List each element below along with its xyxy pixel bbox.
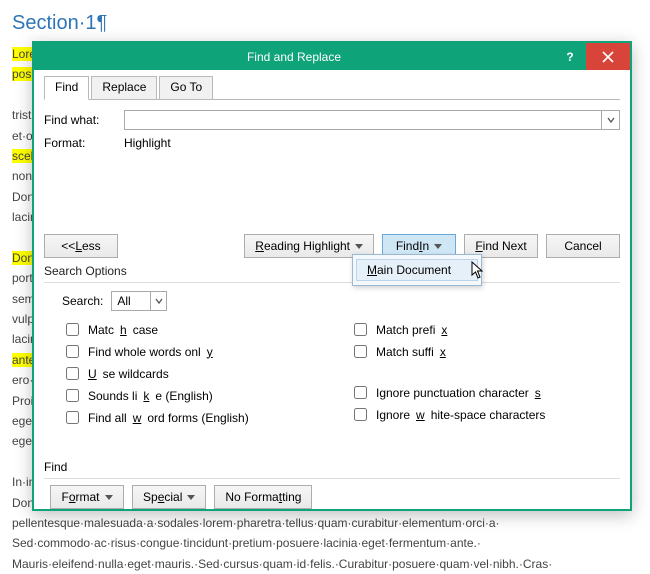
document-line: Sed·commodo·ac·risus·congue·tincidunt·pr… <box>12 533 638 553</box>
format-button[interactable]: Format <box>50 485 124 509</box>
sounds-like-checkbox[interactable]: Sounds like (English) <box>62 386 332 405</box>
search-direction-label: Search: <box>62 294 103 308</box>
find-what-label: Find what: <box>44 113 124 127</box>
tab-replace[interactable]: Replace <box>91 76 157 99</box>
ignore-punctuation-checkbox[interactable]: Ignore punctuation characters <box>350 383 620 402</box>
special-button[interactable]: Special <box>132 485 206 509</box>
match-suffix-checkbox[interactable]: Match suffix <box>350 342 620 361</box>
less-button[interactable]: << Less <box>44 234 118 258</box>
find-footer-label: Find <box>44 460 620 474</box>
document-line: Mauris·eleifend·nulla·eget·mauris.·Sed·c… <box>12 554 638 574</box>
section-heading: Section·1¶ <box>12 6 638 40</box>
help-icon[interactable]: ? <box>554 43 586 70</box>
find-in-menu: Main Document <box>352 254 482 286</box>
dialog-title: Find and Replace <box>34 50 554 64</box>
find-what-input[interactable] <box>124 110 620 130</box>
tab-goto[interactable]: Go To <box>159 76 213 99</box>
close-icon[interactable] <box>586 43 630 70</box>
dialog-tabs: Find Replace Go To <box>44 76 620 100</box>
format-label: Format: <box>44 136 124 150</box>
find-replace-dialog: Find and Replace ? Find Replace Go To Fi… <box>32 41 632 511</box>
match-prefix-checkbox[interactable]: Match prefix <box>350 320 620 339</box>
word-forms-checkbox[interactable]: Find all word forms (English) <box>62 408 332 427</box>
search-direction-select[interactable]: All <box>111 291 167 311</box>
chevron-down-icon[interactable] <box>601 111 619 129</box>
main-document-menu-item[interactable]: Main Document <box>356 259 478 281</box>
search-options-label: Search Options <box>44 264 620 278</box>
no-formatting-button[interactable]: No Formatting <box>214 485 312 509</box>
chevron-down-icon[interactable] <box>150 292 166 310</box>
format-value: Highlight <box>124 136 171 150</box>
ignore-whitespace-checkbox[interactable]: Ignore white-space characters <box>350 405 620 424</box>
cancel-button[interactable]: Cancel <box>546 234 620 258</box>
whole-words-checkbox[interactable]: Find whole words only <box>62 342 332 361</box>
match-case-checkbox[interactable]: Match case <box>62 320 332 339</box>
tab-find[interactable]: Find <box>44 76 89 100</box>
dialog-titlebar[interactable]: Find and Replace ? <box>34 43 630 70</box>
wildcards-checkbox[interactable]: Use wildcards <box>62 364 332 383</box>
